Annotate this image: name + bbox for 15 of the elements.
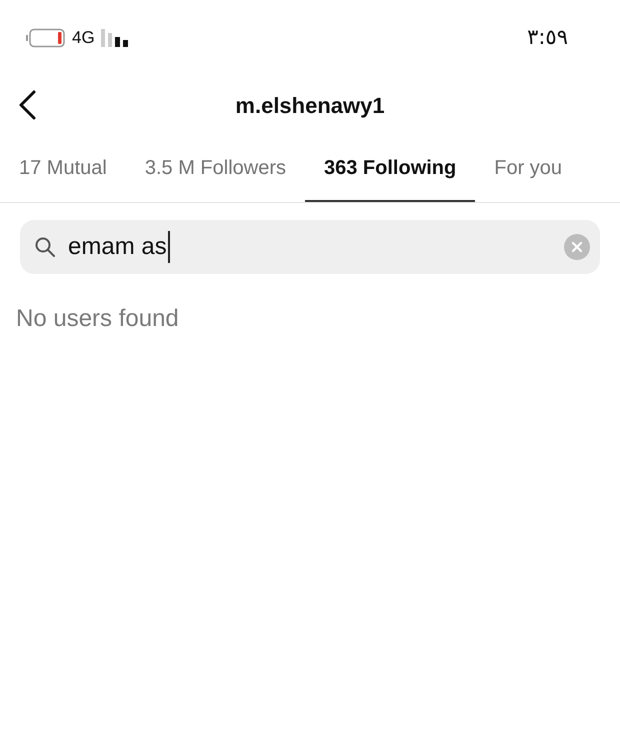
text-cursor — [168, 231, 170, 263]
search-text: emam as — [68, 232, 167, 262]
signal-icon — [100, 29, 131, 47]
tab[interactable]: 3.5 M Followers — [126, 134, 305, 202]
search-field[interactable]: emam as — [20, 220, 600, 274]
empty-message: No users found — [15, 304, 179, 334]
close-icon — [571, 241, 583, 253]
battery-icon — [26, 28, 66, 48]
tab[interactable]: 17 Mutual — [0, 134, 126, 202]
network-label: 4G — [72, 27, 95, 50]
clock: ٣:٥٩ — [527, 24, 568, 52]
tab[interactable]: 363 Following — [305, 134, 476, 202]
tab[interactable]: For you — [475, 134, 582, 202]
profile-username: m.elshenawy1 — [235, 92, 385, 120]
search-icon — [34, 236, 56, 258]
